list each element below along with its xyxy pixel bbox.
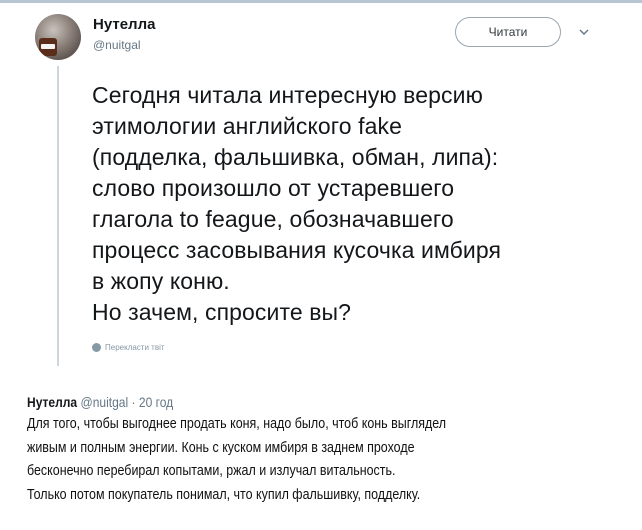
nutella-jar-icon [39,38,57,56]
translate-label: Перекласти твіт [105,343,165,352]
reply-line: бесконечно перебирал копытами, ржал и из… [27,463,396,479]
reply-line: живым и полным энергии. Конь с куском им… [27,439,415,456]
thread-line [57,66,59,366]
tweet-line: этимологии английского fake [92,113,402,139]
top-divider [0,0,642,3]
tweet-line: в жопу коню. [92,268,230,294]
translate-tweet-link[interactable]: Перекласти твіт [92,343,165,352]
tweet-text: Сегодня читала интересную версию этимоло… [92,80,602,328]
avatar[interactable] [35,14,81,60]
tweet-line: процесс засовывания кусочка имбиря [92,237,502,263]
follow-button[interactable]: Читати [455,17,561,47]
reply-header: Нутелла @nuitgal · 20 год [27,394,173,410]
tweet-line: Но зачем, спросите вы? [92,299,352,325]
reply-display-name[interactable]: Нутелла [27,394,77,410]
reply-line: Только потом покупатель понимал, что куп… [27,486,421,503]
reply-text: Для того, чтобы выгоднее продать коня, н… [27,413,446,507]
display-name[interactable]: Нутелла [93,16,155,33]
reply-line: Для того, чтобы выгоднее продать коня, н… [27,416,447,432]
user-handle[interactable]: @nuitgal [93,38,141,52]
tweet-line: (подделка, фальшивка, обман, липа): [92,144,499,170]
globe-icon [92,343,101,352]
tweet-line: Сегодня читала интересную версию [92,82,483,108]
reply-meta: @nuitgal · 20 год [80,394,174,410]
chevron-down-icon[interactable] [578,26,590,38]
tweet-line: глагола to feague, обозначавшего [92,206,454,232]
tweet-line: слово произошло от устаревшего [92,175,455,201]
